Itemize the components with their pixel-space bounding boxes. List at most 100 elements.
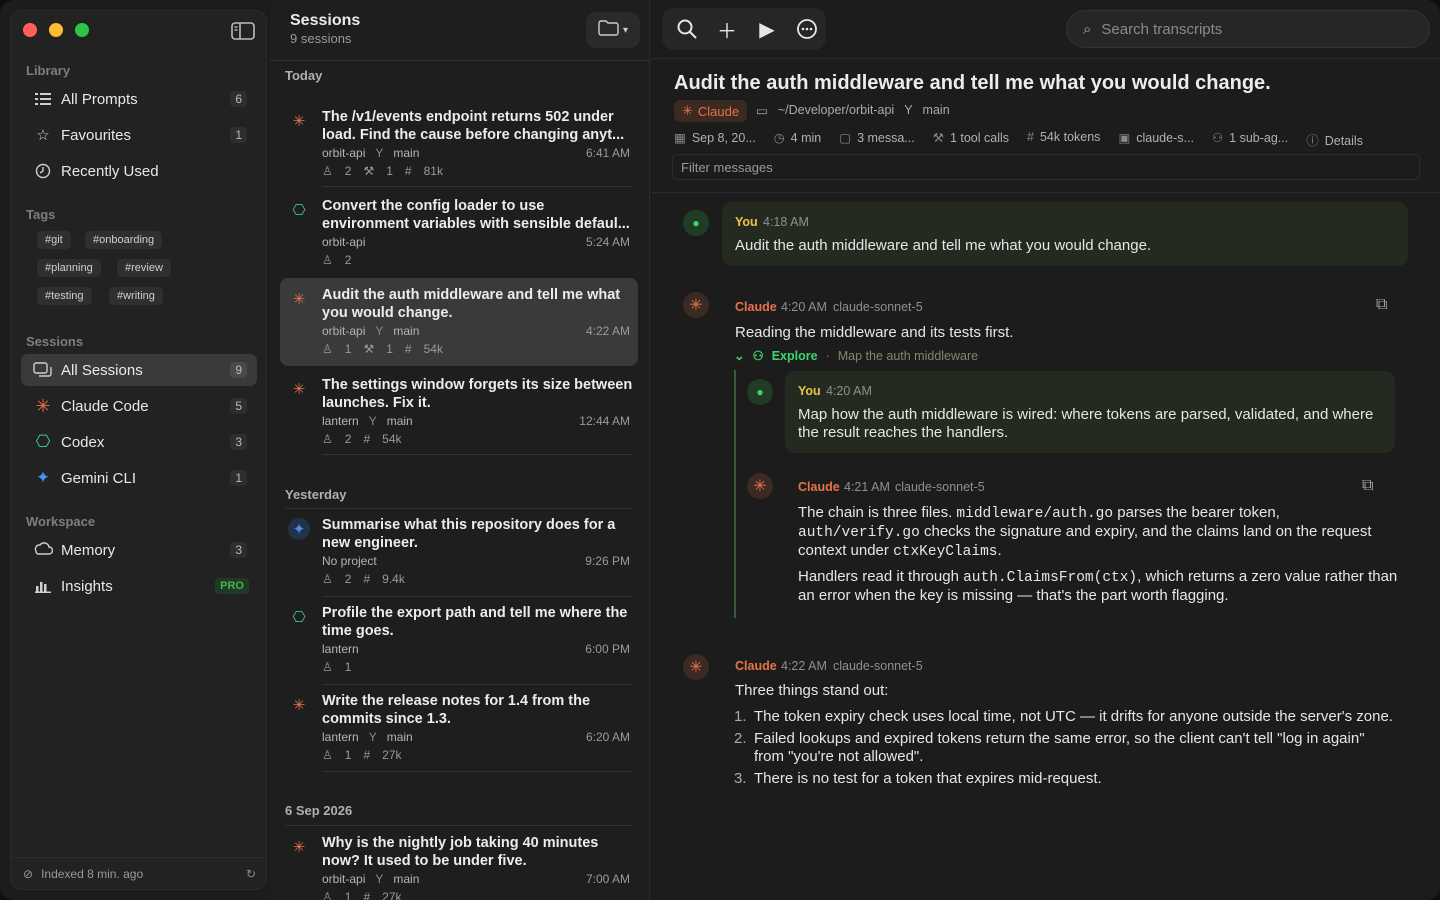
count-badge: 1	[230, 127, 247, 143]
sidebar-item-label: Claude Code	[61, 397, 149, 415]
user-icon: ♙	[322, 572, 333, 586]
openai-icon: ⎔	[35, 432, 51, 451]
more-icon[interactable]	[790, 12, 824, 46]
details-button[interactable]: ⓘ Details	[1306, 130, 1363, 149]
list-item: 3. There is no test for a token that expi…	[734, 770, 1102, 787]
session-branch: main	[393, 324, 420, 338]
session-branch: main	[386, 730, 413, 744]
sidebar-item-label: Recently Used	[61, 162, 159, 180]
chat-icon	[33, 360, 53, 380]
message-author: You	[735, 215, 758, 229]
claude-icon: ✳	[292, 839, 306, 856]
user-count: 2	[344, 432, 352, 446]
sidebar-item-memory[interactable]: Memory 3	[21, 534, 257, 566]
session-row[interactable]: ✳ Write the release notes for 1.4 from t…	[280, 684, 638, 770]
sidebar-toggle-icon[interactable]	[231, 21, 255, 41]
session-list: Sessions 9 sessions ▾ Today ✳ The /v1/ev…	[270, 0, 650, 900]
index-status-text: Indexed 8 min. ago	[41, 866, 144, 881]
list-item: 2. Failed lookups and expired tokens retu…	[734, 730, 1365, 765]
tool-count: 1	[386, 164, 393, 178]
session-time: 4:22 AM	[585, 324, 630, 338]
session-time: 9:26 PM	[585, 554, 630, 568]
sidebar-item-all-sessions[interactable]: All Sessions 9	[21, 354, 257, 386]
claude-avatar: ✳	[683, 654, 709, 680]
session-title: Write the release notes for 1.4 from the…	[322, 693, 591, 727]
user-icon: ♙	[322, 748, 333, 762]
count-badge: 5	[230, 398, 247, 414]
sidebar-item-label: Favourites	[61, 126, 132, 144]
session-row-selected[interactable]: ✳ Audit the auth middleware and tell me …	[280, 278, 638, 366]
tag-onboarding[interactable]: #onboarding	[85, 231, 163, 249]
model-icon: ▣	[1118, 131, 1131, 145]
openai-icon: ⎔	[292, 609, 306, 626]
pro-badge: PRO	[215, 578, 249, 594]
search-transcripts-field[interactable]: ⌕ Search transcripts	[1066, 10, 1430, 48]
sidebar-item-recently-used[interactable]: Recently Used	[21, 155, 257, 187]
session-row[interactable]: ⎔ Convert the config loader to use envir…	[280, 189, 638, 275]
message-text: Map how the auth middleware is wired: wh…	[798, 406, 1374, 441]
session-row[interactable]: ✳ Why is the nightly job taking 40 minut…	[280, 826, 638, 900]
folder-filter-button[interactable]: ▾	[586, 12, 640, 48]
session-row[interactable]: ⎔ Profile the export path and tell me wh…	[280, 596, 638, 682]
user-count: 2	[344, 164, 352, 178]
claude-icon: ✳	[682, 103, 693, 118]
sidebar-item-favourites[interactable]: ☆ Favourites 1	[21, 119, 257, 151]
copy-icon[interactable]: ⧉	[1362, 477, 1373, 495]
count-badge: 6	[230, 91, 247, 107]
claude-icon: ✳	[292, 697, 306, 714]
user-icon: ♙	[322, 660, 333, 674]
tag-planning[interactable]: #planning	[37, 259, 101, 277]
subagent-disclosure[interactable]: ⌄ ⚇ Explore · Map the auth middleware	[734, 348, 978, 364]
session-row[interactable]: ✳ The /v1/events endpoint returns 502 un…	[280, 100, 638, 186]
zoom-window-button[interactable]	[75, 23, 89, 37]
sidebar-item-codex[interactable]: ⎔ Codex 3	[21, 426, 257, 458]
session-branch: main	[386, 414, 413, 428]
openai-icon: ⎔	[292, 202, 306, 219]
agent-chip[interactable]: ✳ Claude	[674, 100, 748, 122]
sidebar-item-claude-code[interactable]: ✳ Claude Code 5	[21, 390, 257, 422]
minimize-window-button[interactable]	[49, 23, 63, 37]
tag-testing[interactable]: #testing	[37, 287, 92, 305]
code-span: middleware/auth.go	[956, 506, 1114, 522]
close-window-button[interactable]	[23, 23, 37, 37]
session-row[interactable]: ✦ Summarise what this repository does fo…	[280, 508, 638, 594]
folder-icon: ▭	[756, 104, 768, 118]
tag-git[interactable]: #git	[37, 231, 71, 249]
project-path: ~/Developer/orbit-api	[777, 103, 895, 117]
message-paragraph: Handlers read it through auth.ClaimsFrom…	[798, 568, 1398, 605]
claude-avatar: ✳	[747, 473, 773, 499]
search-icon[interactable]	[670, 12, 704, 46]
gemini-icon: ✦	[288, 518, 310, 540]
dot-separator: ·	[825, 348, 830, 363]
chevron-down-icon: ▾	[622, 24, 629, 36]
model-name: claude-sonnet-5	[895, 480, 985, 494]
copy-icon[interactable]: ⧉	[1376, 296, 1387, 314]
message-time: 4:22 AM	[781, 659, 827, 673]
token-count: 81k	[423, 164, 443, 178]
session-date: Sep 8, 20...	[691, 131, 756, 145]
plus-icon[interactable]: ＋	[710, 12, 744, 46]
message-icon: ▢	[839, 131, 852, 145]
tag-review[interactable]: #review	[117, 259, 171, 277]
list-item-text: Failed lookups and expired tokens return…	[754, 730, 1365, 765]
message-time: 4:21 AM	[844, 480, 890, 494]
message-time: 4:18 AM	[763, 215, 809, 229]
tag-writing[interactable]: #writing	[109, 287, 163, 305]
divider	[652, 192, 1440, 193]
search-icon: ⌕	[1083, 20, 1092, 38]
session-branch: main	[393, 872, 420, 886]
count-badge: 3	[230, 434, 247, 450]
claude-avatar: ✳	[683, 292, 709, 318]
user-icon: ♙	[322, 253, 333, 267]
library-section-label: Library	[26, 63, 71, 78]
clock-icon	[33, 161, 53, 181]
user-icon: ♙	[322, 164, 333, 178]
play-icon[interactable]: ▶	[750, 12, 784, 46]
session-row[interactable]: ✳ The settings window forgets its size b…	[280, 368, 638, 454]
agent-chip-label: Claude	[697, 103, 740, 119]
sidebar-item-insights[interactable]: Insights PRO	[21, 570, 257, 602]
sidebar-item-all-prompts[interactable]: All Prompts 6	[21, 83, 257, 115]
sidebar-item-gemini-cli[interactable]: ✦ Gemini CLI 1	[21, 462, 257, 494]
filter-messages-input[interactable]: Filter messages	[672, 154, 1420, 180]
refresh-icon[interactable]: ↻	[246, 867, 256, 881]
